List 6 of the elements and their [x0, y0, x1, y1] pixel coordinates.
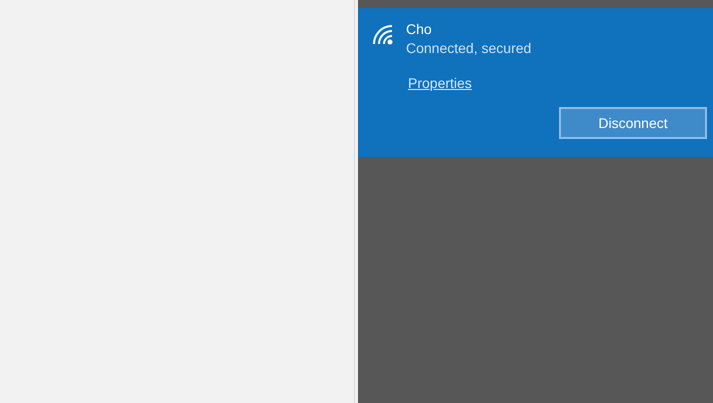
network-name: Cho: [406, 20, 433, 38]
connection-status: Connected, secured: [406, 39, 532, 58]
properties-link[interactable]: Properties: [408, 73, 472, 94]
wifi-icon: [372, 24, 394, 46]
network-item[interactable]: Cho Connected, secured Properties Disconnect: [358, 8, 713, 157]
disconnect-button[interactable]: Disconnect: [559, 107, 707, 139]
